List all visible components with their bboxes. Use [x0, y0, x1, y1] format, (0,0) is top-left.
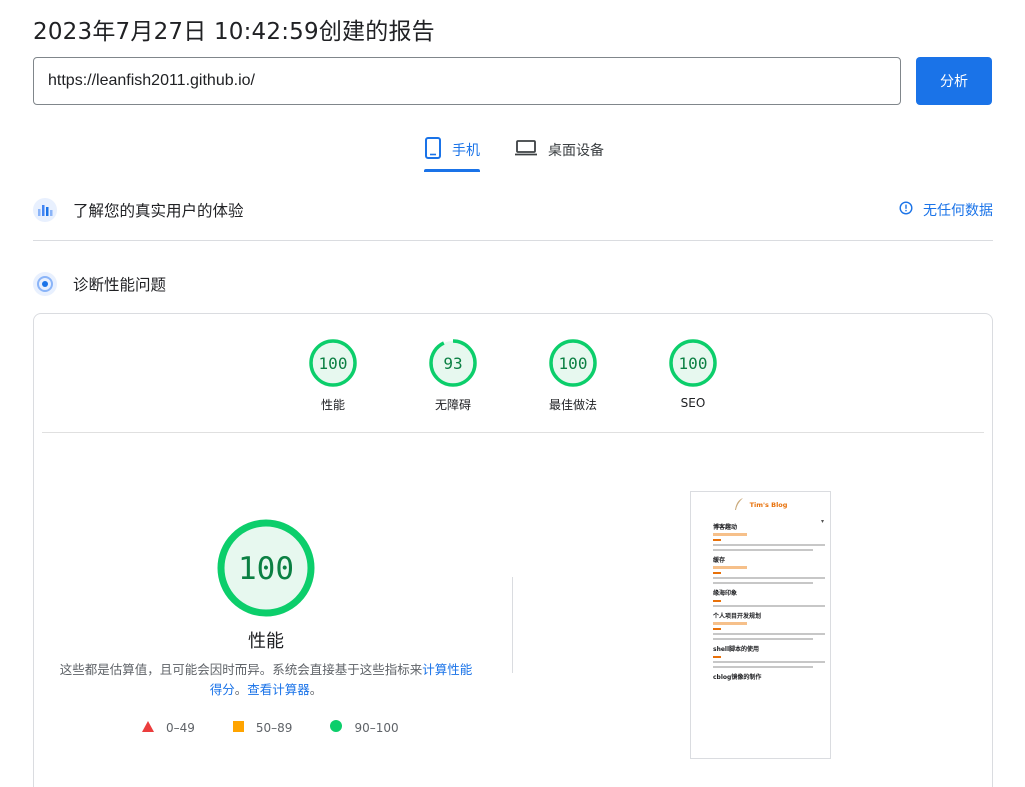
- screenshot-post-title: 缓存: [713, 557, 726, 564]
- gauge-best-practices[interactable]: 100 最佳做法: [533, 338, 613, 413]
- info-icon: [899, 201, 913, 219]
- screenshot-post-title: 个人项目开发规划: [713, 613, 762, 620]
- legend-average: 50–89: [232, 720, 293, 735]
- triangle-icon: [142, 720, 154, 735]
- square-icon: [232, 720, 244, 735]
- gauge-label: 最佳做法: [548, 398, 597, 412]
- menu-icon: ▾: [820, 518, 824, 525]
- diagnostics-section: 诊断性能问题: [33, 270, 993, 298]
- diagnostics-icon: [33, 272, 57, 296]
- smartphone-icon: [424, 137, 442, 163]
- diagnostics-title: 诊断性能问题: [73, 276, 167, 294]
- gauge-score: 100: [319, 354, 348, 373]
- tab-mobile-label: 手机: [452, 143, 480, 159]
- gauge-ring: 100: [309, 339, 357, 387]
- gauge-ring: 100: [669, 339, 717, 387]
- performance-description: 这些都是估算值，且可能会因时而异。系统会直接基于这些指标来计算性能得分。查看计算…: [58, 660, 474, 700]
- screenshot-post: shell脚本的使用: [691, 644, 830, 668]
- legend-pass: 90–100: [330, 720, 399, 735]
- gauge-label: SEO: [680, 396, 706, 410]
- tab-desktop-label: 桌面设备: [548, 143, 604, 159]
- crux-section: 了解您的真实用户的体验 无任何数据: [33, 196, 993, 224]
- crux-title: 了解您的真实用户的体验: [73, 202, 244, 220]
- vertical-divider: [512, 577, 513, 673]
- gauge-score: 100: [559, 354, 588, 373]
- legend-label: 90–100: [354, 720, 399, 735]
- screenshot-post-title: 缘海印象: [713, 590, 738, 597]
- no-data-label: 无任何数据: [923, 203, 993, 219]
- no-data-link[interactable]: 无任何数据: [899, 196, 993, 224]
- laptop-icon: [514, 139, 538, 161]
- performance-big-score: 100: [238, 551, 294, 587]
- section-divider: [33, 240, 993, 241]
- screenshot-post-title: cblog镜像的制作: [713, 674, 762, 681]
- circle-icon: [330, 720, 343, 735]
- active-tab-indicator: [424, 169, 480, 172]
- legend-label: 0–49: [166, 720, 195, 735]
- gauge-ring: 100: [549, 339, 597, 387]
- screenshot-post: 缓存: [691, 555, 830, 584]
- device-tabs: 手机 桌面设备: [0, 128, 1025, 172]
- description-text: 这些都是估算值，且可能会因时而异。系统会直接基于这些指标来: [59, 662, 423, 677]
- score-legend: 0–49 50–89 90–100: [142, 720, 437, 735]
- gauge-performance[interactable]: 100 性能: [293, 338, 373, 413]
- gauge-score: 100: [679, 354, 708, 373]
- analyze-button[interactable]: 分析: [916, 57, 992, 105]
- view-calculator-link[interactable]: 查看计算器: [247, 682, 310, 697]
- screenshot-post: 个人项目开发规划: [691, 611, 830, 640]
- lighthouse-report-card: 100 性能 93 无障碍 100 最佳做法 100 SEO 100 性能 这些…: [33, 313, 993, 787]
- gauge-label: 无障碍: [434, 398, 471, 412]
- screenshot-post-title: 博客趣动: [713, 524, 738, 531]
- screenshot-header: Tim's Blog: [691, 492, 830, 518]
- description-end: 。: [309, 682, 323, 697]
- gauge-score: 93: [443, 354, 462, 373]
- tab-mobile[interactable]: 手机: [424, 128, 480, 172]
- page-screenshot: Tim's Blog ▾ 博客趣动 缓存 缘海印象 个人项目开发规划 shell…: [690, 491, 831, 759]
- description-separator: 。: [234, 682, 248, 697]
- gauge-label: 性能: [320, 398, 345, 412]
- gauge-seo[interactable]: 100 SEO: [653, 338, 733, 410]
- real-users-icon: [33, 198, 57, 222]
- quill-icon: [734, 498, 744, 512]
- screenshot-post-title: shell脚本的使用: [713, 646, 760, 653]
- screenshot-blog-name: Tim's Blog: [749, 501, 788, 509]
- gauge-accessibility[interactable]: 93 无障碍: [413, 338, 493, 413]
- tab-desktop[interactable]: 桌面设备: [514, 128, 604, 172]
- screenshot-post: cblog镜像的制作: [691, 672, 830, 681]
- gauge-ring: 93: [429, 339, 477, 387]
- legend-label: 50–89: [255, 720, 293, 735]
- url-input[interactable]: [33, 57, 901, 105]
- legend-fail: 0–49: [142, 720, 195, 735]
- screenshot-post: 博客趣动: [691, 522, 830, 551]
- report-title: 2023年7月27日 10:42:59创建的报告: [33, 19, 435, 45]
- performance-big-label: 性能: [248, 631, 284, 652]
- performance-big-gauge: 100: [216, 518, 316, 618]
- gauges-divider: [42, 432, 984, 433]
- screenshot-post: 缘海印象: [691, 588, 830, 607]
